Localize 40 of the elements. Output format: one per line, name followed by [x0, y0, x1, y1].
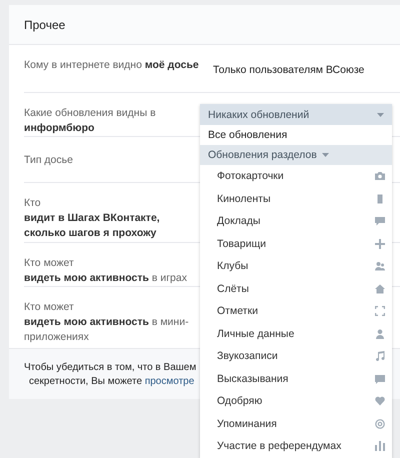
bar-chart-icon — [375, 441, 385, 452]
dropdown-option[interactable]: Киноленты — [217, 192, 271, 205]
dropdown-option[interactable]: Одобряю — [217, 395, 262, 408]
dropdown-option[interactable]: Звукозаписи — [217, 350, 278, 362]
setting-value[interactable]: Только пользователям ВСоюзе — [213, 64, 364, 76]
comment-icon — [375, 216, 385, 226]
footer-text: секретности, Вы можете — [29, 376, 144, 387]
section-title: Прочее — [24, 18, 66, 32]
heart-icon — [375, 396, 385, 406]
plus-icon — [375, 238, 385, 249]
dropdown-option[interactable]: Все обновления — [200, 125, 392, 145]
person-icon — [375, 328, 385, 339]
setting-label: Кто видит в Шагах ВКонтакте, сколько шагов я прохожу — [24, 196, 161, 241]
dropdown-field[interactable]: Никаких обновлений — [200, 104, 392, 125]
people-icon — [375, 261, 385, 272]
speech-bubble-icon — [375, 374, 385, 384]
dropdown-option[interactable]: Личные данные — [217, 328, 294, 340]
caret-icon — [377, 112, 384, 116]
setting-label: Тип досье — [24, 153, 74, 168]
dropdown-option[interactable]: Слёты — [217, 282, 249, 295]
setting-label: Кто может видеть мою активность в играх — [24, 256, 188, 286]
dropdown-option[interactable]: Упоминания — [217, 418, 277, 430]
dropdown-option[interactable]: Доклады — [217, 215, 260, 228]
setting-label: Кто может видеть мою активность в мини-приложениях — [24, 300, 190, 345]
camera-icon — [375, 171, 385, 182]
dropdown-option[interactable]: Клубы — [217, 260, 248, 272]
dropdown-option[interactable]: Отметки — [217, 305, 258, 318]
caret-icon — [322, 153, 329, 157]
footer-text: Чтобы убедиться в том, что в Вашем — [24, 362, 196, 373]
house-icon — [375, 284, 385, 294]
frame-icon — [375, 306, 385, 316]
dropdown-option[interactable]: Фотокарточки — [217, 170, 284, 182]
setting-label: Какие обновления видны в информбюро — [24, 106, 157, 136]
music-note-icon — [375, 351, 385, 362]
footer-link[interactable]: просмотре — [144, 376, 194, 387]
dropdown-option[interactable]: Высказывания — [217, 372, 288, 385]
dropdown-option[interactable]: Участие в референдумах — [217, 440, 342, 452]
dropdown-group[interactable]: Обновления разделов — [200, 145, 392, 165]
setting-label: Кому в интернете видно моё досье — [24, 58, 199, 73]
dropdown-option[interactable]: Товарищи — [217, 238, 266, 250]
